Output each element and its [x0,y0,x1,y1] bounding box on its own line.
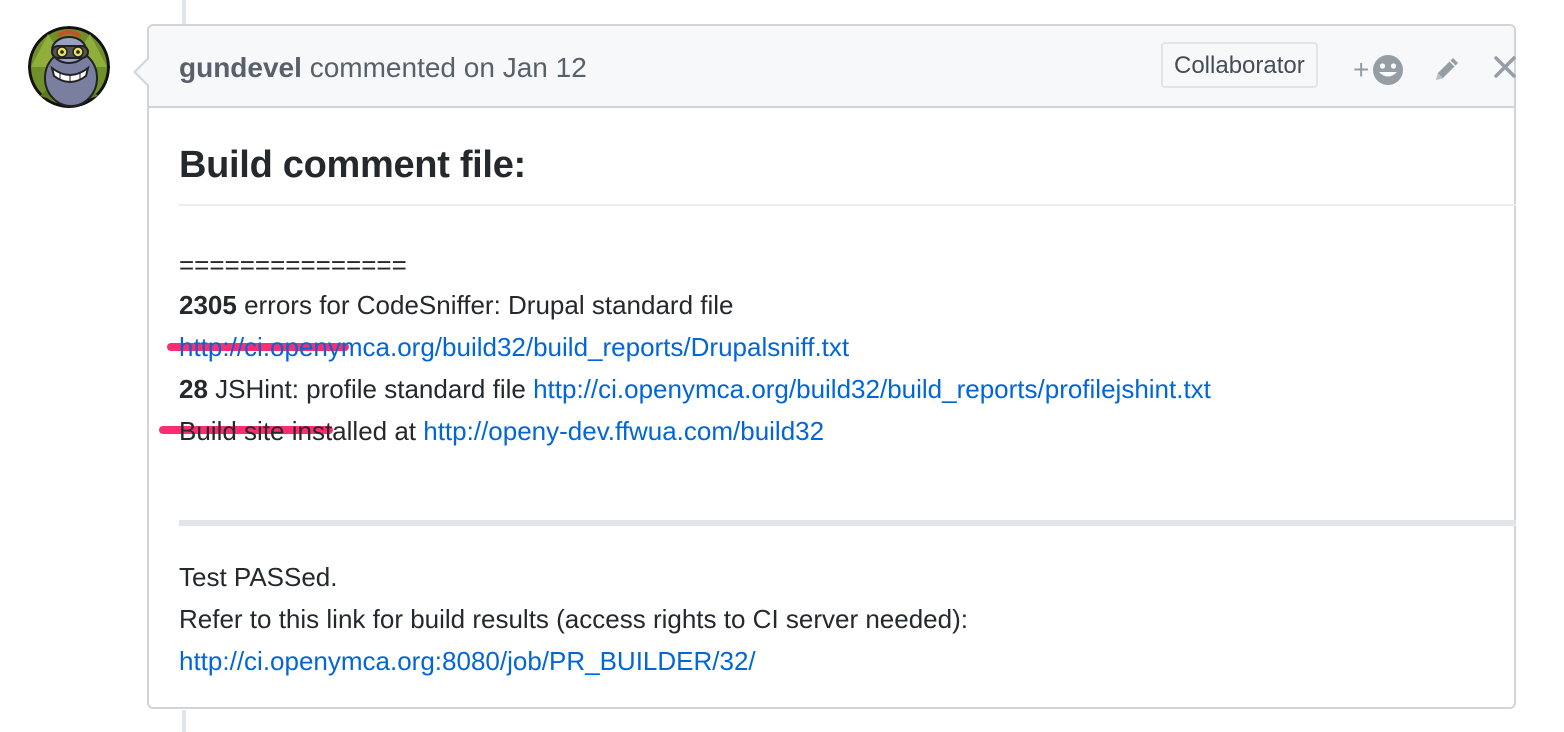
avatar[interactable] [28,26,110,108]
plus-icon: + [1353,54,1370,85]
codesniffer-error-count: 2305 [179,290,237,320]
jenkins-link-line: http://ci.openymca.org:8080/job/PR_BUILD… [179,646,756,677]
test-status: Test PASSed. [179,562,338,592]
comment-box: gundevel commented on Jan 12 Collaborato… [133,24,1516,709]
drupalsniff-report-link[interactable]: http://ci.openymca.org/build32/build_rep… [179,332,849,362]
timeline-line-bottom [182,710,186,732]
drupalsniff-link-line: http://ci.openymca.org/build32/build_rep… [179,332,849,363]
delete-comment-button[interactable] [1492,54,1518,85]
codesniffer-line: 2305 errors for CodeSniffer: Drupal stan… [179,290,734,320]
pencil-icon [1436,58,1458,80]
author-link[interactable]: gundevel [179,52,302,83]
jshint-line: 28 JSHint: profile standard file http://… [179,374,1211,404]
section-divider [179,520,1516,526]
smiley-icon [1373,55,1404,85]
jshint-report-link[interactable]: http://ci.openymca.org/build32/build_rep… [533,374,1211,404]
add-reaction-button[interactable]: + [1353,50,1405,90]
close-icon [1494,56,1516,78]
comment-date[interactable]: Jan 12 [503,52,587,83]
title-divider [179,204,1516,206]
build-title: Build comment file: [179,144,526,186]
jenkins-build-link[interactable]: http://ci.openymca.org:8080/job/PR_BUILD… [179,646,756,676]
comment-meta: gundevel commented on Jan 12 [179,52,587,84]
comment-action: commented on [309,52,495,83]
build-site-link[interactable]: http://openy-dev.ffwua.com/build32 [423,416,824,446]
collaborator-badge: Collaborator [1161,42,1318,88]
refer-text: Refer to this link for build results (ac… [179,604,968,634]
comment-header: gundevel commented on Jan 12 Collaborato… [149,26,1516,108]
separator-line: =============== [179,250,407,280]
edit-comment-button[interactable] [1432,54,1462,89]
timeline-line-top [182,0,186,24]
build-site-line: Build site installed at http://openy-dev… [179,416,825,446]
jshint-error-count: 28 [179,374,208,404]
